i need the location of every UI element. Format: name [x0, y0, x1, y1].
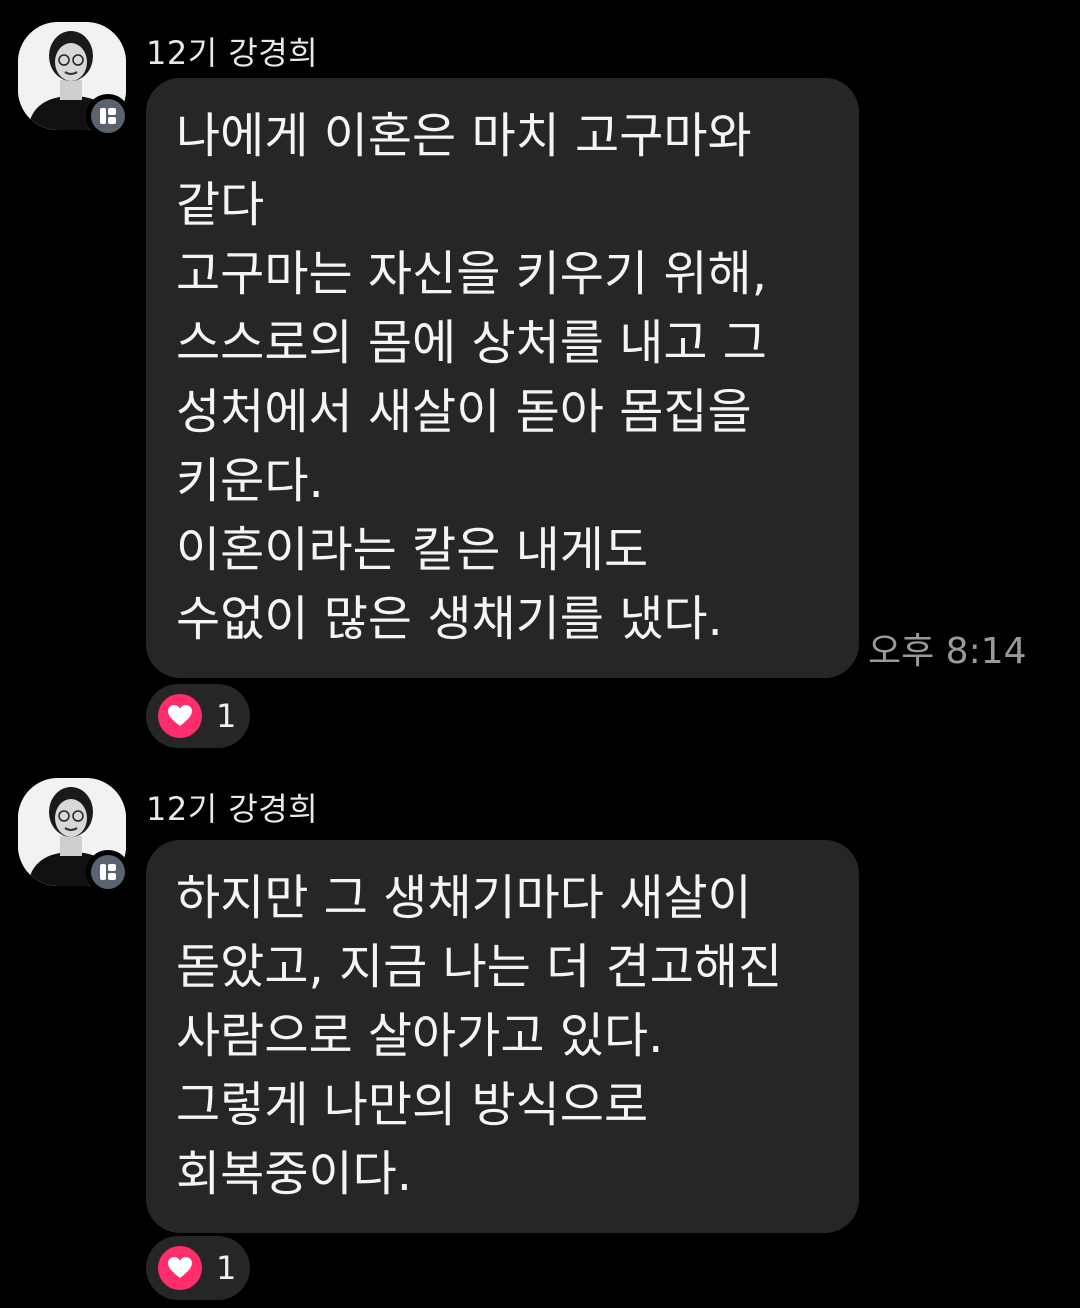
- member-badge-icon: [86, 850, 130, 894]
- message-time: 오후 8:14: [868, 631, 1027, 672]
- heart-icon: [158, 1246, 202, 1290]
- reaction-chip[interactable]: 1: [146, 1236, 250, 1300]
- message-text: 하지만 그 생채기마다 새살이 돋았고, 지금 나는 더 견고해진 사람으로 살…: [176, 870, 783, 1202]
- message-bubble[interactable]: 하지만 그 생채기마다 새살이 돋았고, 지금 나는 더 견고해진 사람으로 살…: [146, 840, 859, 1233]
- message-bubble[interactable]: 나에게 이혼은 마치 고구마와 같다 고구마는 자신을 키우기 위해, 스스로의…: [146, 78, 859, 678]
- reaction-count: 1: [216, 697, 237, 735]
- reaction-chip[interactable]: 1: [146, 684, 250, 748]
- reaction-count: 1: [216, 1249, 237, 1287]
- message-text: 나에게 이혼은 마치 고구마와 같다 고구마는 자신을 키우기 위해, 스스로의…: [176, 108, 767, 647]
- heart-icon: [158, 694, 202, 738]
- member-badge-icon: [86, 94, 130, 138]
- sender-name: 12기 강경희: [146, 34, 319, 72]
- sender-name: 12기 강경희: [146, 790, 319, 828]
